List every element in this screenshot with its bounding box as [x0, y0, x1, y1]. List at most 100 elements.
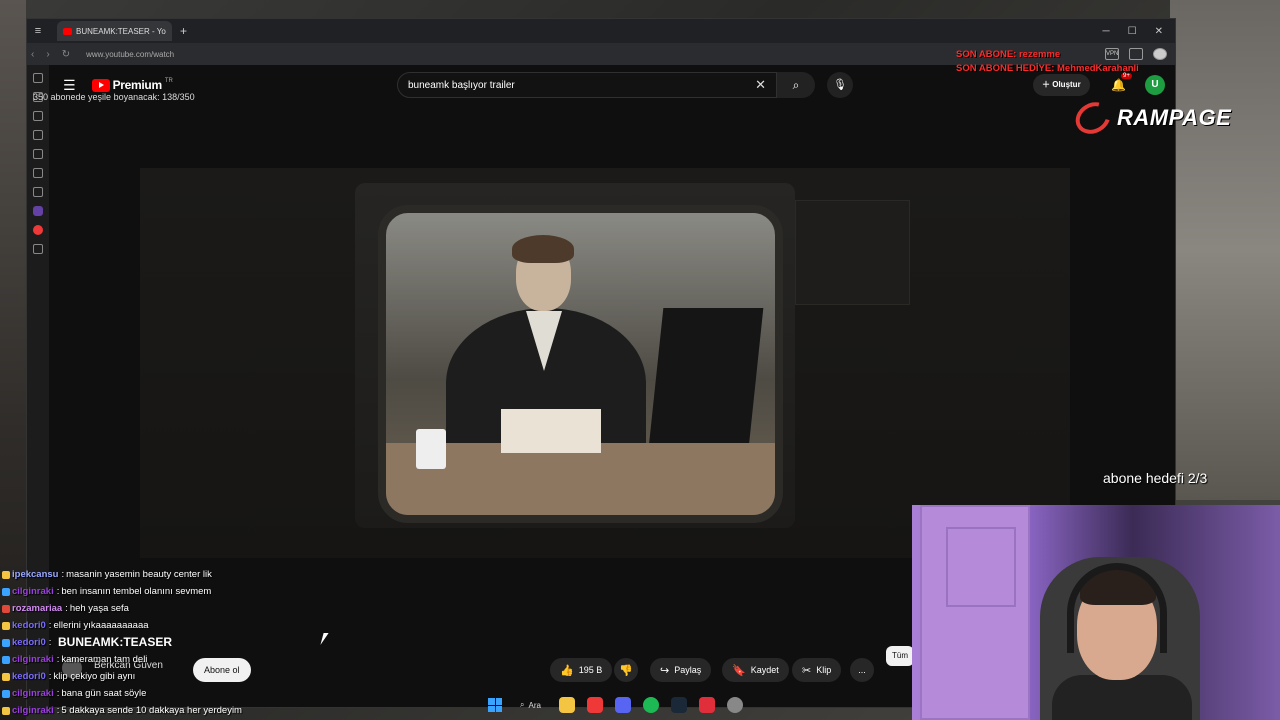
chat-message: ben insanın tembel olanını sevmem	[61, 586, 212, 597]
like-button[interactable]: 👍 195 B	[550, 658, 613, 682]
chat-message: kameraman tam deli	[61, 654, 148, 665]
forward-icon[interactable]: ›	[46, 49, 49, 60]
youtube-logo[interactable]: Premium TR	[91, 78, 173, 92]
paper	[501, 409, 601, 453]
discord-icon[interactable]	[614, 697, 631, 713]
vivaldi-icon[interactable]	[33, 225, 43, 235]
clip-group: ✂ Klip	[792, 658, 842, 682]
chat-badge-icon	[2, 621, 10, 630]
spotify-icon[interactable]	[642, 697, 659, 713]
windows-start-icon[interactable]	[488, 698, 502, 712]
chat-username: ipekcansu	[12, 569, 59, 580]
profile-icon[interactable]	[1153, 48, 1167, 60]
chat-separator: :	[56, 586, 60, 597]
chat-overlay: ipekcansu: masanin yasemin beauty center…	[2, 566, 272, 719]
latest-sub-overlay: SON ABONE: rezemme SON ABONE HEDİYE: Meh…	[956, 48, 1139, 76]
microphone-icon: 🎙	[833, 79, 847, 91]
thumbs-down-icon: 👎	[619, 664, 634, 677]
search-icon: ⌕	[520, 700, 525, 709]
like-count: 195 B	[578, 665, 603, 675]
chat-badge-icon	[2, 706, 10, 715]
add-panel-icon[interactable]	[33, 244, 43, 254]
chat-separator: :	[48, 620, 52, 631]
taskbar-search-label: Ara	[528, 700, 541, 710]
new-tab-button[interactable]: +	[180, 24, 187, 38]
chat-separator: :	[48, 671, 52, 682]
search-button[interactable]: ⌕	[777, 72, 815, 98]
chat-username: rozamariaa	[12, 603, 63, 614]
door	[920, 505, 1030, 720]
taskbar-search[interactable]: ⌕ Ara	[514, 700, 547, 710]
share-label: Paylaş	[674, 665, 702, 675]
file-explorer-icon[interactable]	[558, 697, 575, 713]
tv-screen	[378, 205, 783, 523]
chat-separator: :	[56, 688, 60, 699]
tab-title: BUNEAMK:TEASER - YouTub	[76, 26, 166, 36]
chat-badge-icon	[2, 604, 10, 613]
stream-screen: ≡ BUNEAMK:TEASER - YouTub + ─ ☐ ✕ ‹ › ↻ …	[0, 0, 1280, 720]
opera-icon[interactable]	[698, 697, 715, 713]
chat-line: ipekcansu: masanin yasemin beauty center…	[2, 566, 272, 583]
share-button[interactable]: ↪ Paylaş	[650, 658, 712, 682]
clear-search-icon[interactable]: ✕	[755, 77, 766, 93]
save-button[interactable]: 🔖 Kaydet	[722, 658, 789, 682]
search-query: buneamk başlıyor trailer	[408, 79, 515, 91]
save-group: 🔖 Kaydet	[722, 658, 789, 682]
guide-menu-icon[interactable]: ☰	[63, 77, 76, 94]
chat-line: kedori0: klip çekiyo gibi aynı	[2, 668, 272, 685]
scissors-icon: ✂	[802, 664, 812, 677]
chat-username: cilginraki	[12, 586, 54, 597]
chat-line: cilginraki: ben insanın tembel olanını s…	[2, 583, 272, 600]
monitor	[648, 308, 764, 448]
active-tab[interactable]: BUNEAMK:TEASER - YouTub	[57, 21, 172, 41]
create-button[interactable]: ＋ Oluştur	[1033, 74, 1090, 96]
chat-line: rozamariaa: heh yaşa sefa	[2, 600, 272, 617]
chat-line: kedori0: ellerini yıkaaaaaaaaaa	[2, 617, 272, 634]
chat-badge-icon	[2, 672, 10, 681]
translate-icon[interactable]	[33, 149, 43, 159]
rampage-logo: RAMPAGE	[1069, 96, 1232, 140]
chat-separator: :	[56, 705, 60, 716]
obs-icon[interactable]	[726, 697, 743, 713]
close-icon[interactable]: ✕	[1155, 26, 1163, 37]
steam-icon[interactable]	[670, 697, 687, 713]
streamer-shirt	[1052, 675, 1192, 720]
window-controls: ─ ☐ ✕	[1103, 26, 1175, 37]
chat-username: cilginraki	[12, 705, 54, 716]
back-icon[interactable]: ‹	[31, 49, 34, 60]
voice-search-button[interactable]: 🎙	[827, 72, 853, 98]
youtube-favicon-icon	[63, 27, 72, 35]
anchor-hair	[512, 235, 574, 263]
search-input[interactable]: buneamk başlıyor trailer ✕	[397, 72, 777, 98]
browser-menu-icon[interactable]: ≡	[27, 25, 49, 37]
bookmark-icon[interactable]	[33, 73, 43, 83]
reload-icon[interactable]: ↻	[62, 49, 70, 60]
bell-icon[interactable]: 🔔	[1111, 78, 1126, 92]
chat-badge-icon	[2, 587, 10, 596]
notes-icon[interactable]	[33, 130, 43, 140]
clip-button[interactable]: ✂ Klip	[792, 658, 842, 682]
minimize-icon[interactable]: ─	[1103, 26, 1110, 37]
reader-icon[interactable]	[33, 187, 43, 197]
sub-goal-counter: abone hedefi 2/3	[1103, 470, 1208, 486]
vivaldi-taskbar-icon[interactable]	[586, 697, 603, 713]
chip-all[interactable]: Tüm	[886, 646, 914, 666]
avatar[interactable]: U	[1145, 75, 1165, 95]
url-field[interactable]: www.youtube.com/watch	[86, 50, 174, 59]
mastodon-icon[interactable]	[33, 206, 43, 216]
like-dislike-group: 👍 195 B 👎	[550, 658, 639, 682]
tab-bar: ≡ BUNEAMK:TEASER - YouTub + ─ ☐ ✕	[27, 19, 1175, 43]
bookmark-save-icon: 🔖	[732, 664, 746, 677]
more-actions-button[interactable]: ...	[850, 658, 874, 682]
calendar-icon[interactable]	[33, 168, 43, 178]
share-icon: ↪	[660, 664, 670, 677]
thumbs-up-icon: 👍	[560, 664, 574, 677]
maximize-icon[interactable]: ☐	[1128, 26, 1137, 37]
chat-message: ellerini yıkaaaaaaaaaa	[53, 620, 149, 631]
rampage-text: RAMPAGE	[1117, 105, 1232, 130]
dislike-button[interactable]: 👎	[614, 658, 639, 682]
room-background-right	[1170, 0, 1280, 500]
headset-icon	[1067, 563, 1167, 653]
history-icon[interactable]	[33, 111, 43, 121]
chat-line: cilginraki: kameraman tam deli	[2, 651, 272, 668]
